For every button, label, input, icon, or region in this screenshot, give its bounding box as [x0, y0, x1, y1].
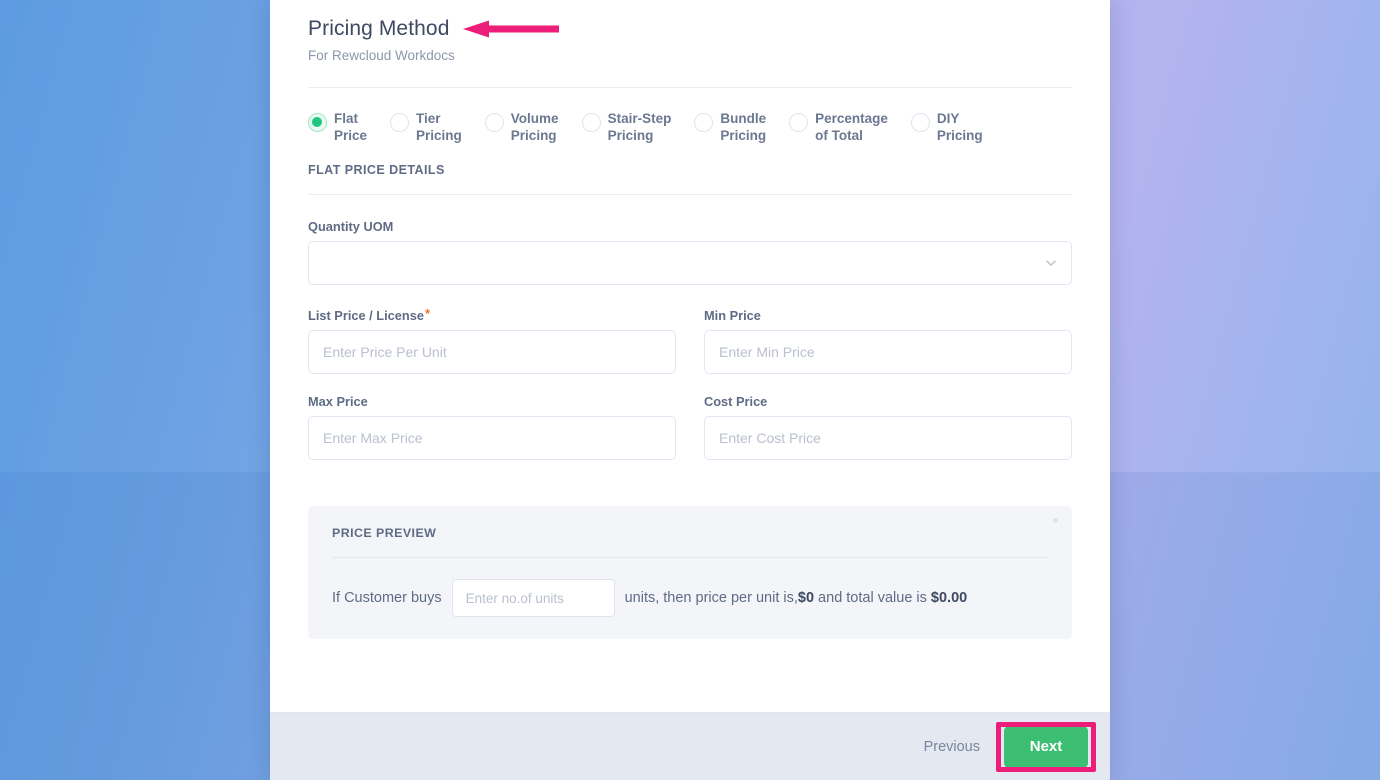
preview-text-end: and total value is	[814, 590, 931, 606]
price-row-1: List Price / License* Min Price	[308, 306, 1072, 374]
radio-icon-unselected	[910, 113, 930, 132]
radio-icon-unselected	[789, 113, 809, 132]
required-asterisk-icon: *	[424, 306, 430, 321]
list-price-input[interactable]	[308, 330, 676, 374]
cost-price-field-group: Cost Price	[704, 394, 1072, 460]
radio-option-stair-step-pricing[interactable]: Stair-Step Pricing	[581, 110, 672, 144]
total-value: $0.00	[930, 590, 968, 606]
collapse-dot-icon[interactable]	[1053, 518, 1058, 523]
previous-button[interactable]: Previous	[918, 731, 986, 763]
cost-price-label: Cost Price	[704, 394, 768, 409]
radio-icon-unselected	[581, 113, 601, 132]
max-price-label: Max Price	[308, 394, 368, 409]
list-price-label: List Price / License*	[308, 306, 676, 323]
next-button[interactable]: Next	[1004, 725, 1088, 768]
units-input[interactable]	[451, 579, 615, 617]
list-price-field-group: List Price / License*	[308, 306, 676, 374]
price-row-2: Max Price Cost Price	[308, 394, 1072, 460]
desktop-background: Pricing Method For Rewcloud Workdocs Fla…	[0, 0, 1380, 780]
price-preview-card: PRICE PREVIEW If Customer buys units, th…	[308, 506, 1072, 639]
price-per-unit-value: $0	[797, 590, 815, 606]
cost-price-input[interactable]	[704, 416, 1072, 460]
radio-label-flat-price: Flat Price	[334, 111, 368, 143]
quantity-uom-select-wrapper	[308, 241, 1072, 285]
header-divider	[308, 87, 1072, 88]
radio-label-stair-step-pricing: Stair-Step Pricing	[607, 111, 672, 143]
flat-price-details-heading: FLAT PRICE DETAILS	[308, 163, 445, 177]
preview-text-start: If Customer buys	[332, 590, 442, 606]
price-preview-divider	[332, 557, 1048, 558]
quantity-uom-select[interactable]	[308, 241, 1072, 285]
radio-option-flat-price[interactable]: Flat Price	[308, 110, 367, 144]
min-price-input[interactable]	[704, 330, 1072, 374]
radio-option-tier-pricing[interactable]: Tier Pricing	[390, 110, 462, 144]
list-price-label-text: List Price / License	[308, 308, 424, 323]
radio-label-tier-pricing: Tier Pricing	[416, 111, 462, 143]
pricing-method-modal: Pricing Method For Rewcloud Workdocs Fla…	[270, 0, 1110, 780]
radio-label-bundle-pricing: Bundle Pricing	[720, 111, 767, 143]
page-subtitle: For Rewcloud Workdocs	[308, 48, 455, 63]
quantity-uom-label: Quantity UOM	[308, 219, 394, 234]
radio-label-diy-pricing: DIY Pricing	[936, 111, 983, 143]
min-price-field-group: Min Price	[704, 308, 1072, 374]
modal-header: Pricing Method For Rewcloud Workdocs	[308, 14, 1072, 88]
page-title: Pricing Method	[308, 17, 450, 40]
preview-text-middle: units, then price per unit is,	[624, 590, 798, 606]
max-price-field-group: Max Price	[308, 394, 676, 460]
radio-icon-unselected	[694, 113, 714, 132]
radio-option-diy-pricing[interactable]: DIY Pricing	[910, 110, 983, 144]
pricing-method-radio-group: Flat Price Tier Pricing Volume Pricing S…	[308, 110, 1072, 144]
radio-icon-unselected	[390, 113, 410, 132]
modal-body: Pricing Method For Rewcloud Workdocs Fla…	[270, 0, 1110, 712]
modal-footer: Previous Next	[270, 712, 1110, 780]
radio-option-volume-pricing[interactable]: Volume Pricing	[484, 110, 559, 144]
price-preview-heading: PRICE PREVIEW	[332, 526, 437, 540]
max-price-input[interactable]	[308, 416, 676, 460]
radio-option-percentage-of-total[interactable]: Percentage of Total	[789, 110, 888, 144]
quantity-uom-field-group: Quantity UOM	[308, 219, 1072, 285]
radio-option-bundle-pricing[interactable]: Bundle Pricing	[694, 110, 766, 144]
radio-icon-selected	[308, 113, 327, 132]
radio-label-percentage-of-total: Percentage of Total	[815, 111, 888, 143]
price-preview-sentence: If Customer buys units, then price per u…	[332, 579, 1048, 617]
min-price-label: Min Price	[704, 308, 761, 323]
section-divider	[308, 194, 1072, 195]
radio-icon-unselected	[484, 113, 504, 132]
radio-label-volume-pricing: Volume Pricing	[510, 111, 559, 143]
